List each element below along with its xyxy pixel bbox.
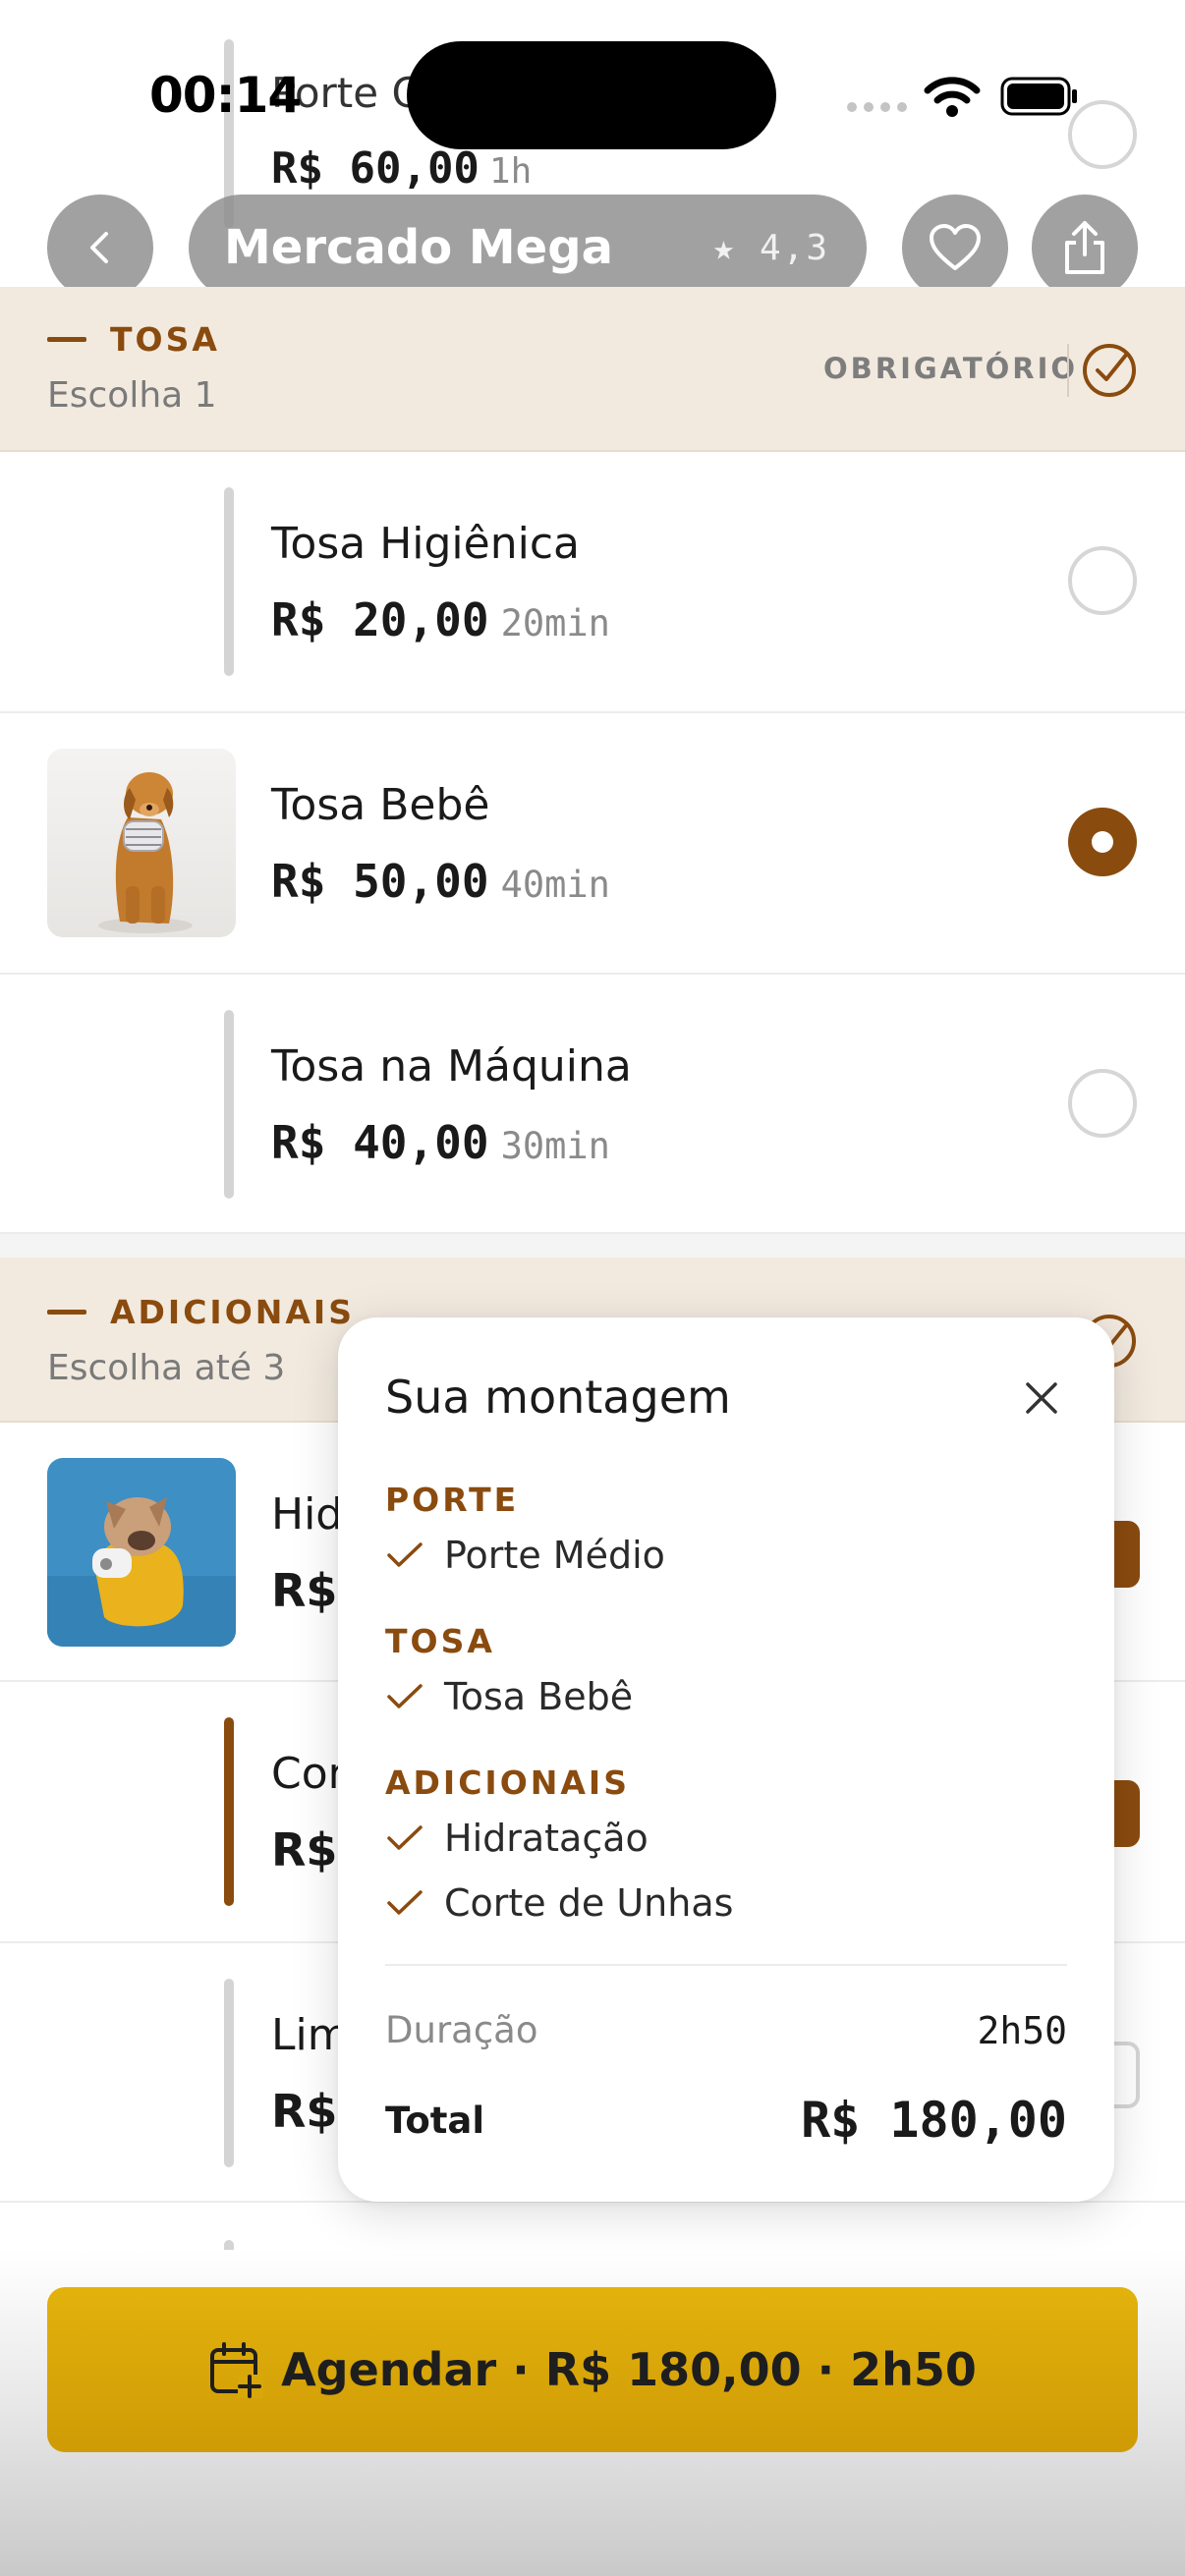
dog-photo: [47, 1458, 236, 1647]
summary-item: Porte Médio: [385, 1534, 665, 1577]
option-duration: 30min: [500, 1125, 610, 1167]
option-price: R$: [271, 1823, 338, 1876]
check-icon: [387, 1542, 423, 1567]
share-icon: [1065, 221, 1104, 274]
option-duration: 1h: [488, 151, 533, 192]
section-subtitle: Escolha até 3: [47, 1348, 286, 1388]
section-title: ADICIONAIS: [47, 1293, 355, 1331]
required-label: OBRIGATÓRIO: [823, 352, 1079, 385]
dynamic-island: [407, 41, 776, 149]
option-row[interactable]: Tosa na Máquina R$ 40,00 30min: [0, 975, 1185, 1234]
total-value: R$ 180,00: [801, 2092, 1067, 2149]
option-price: R$ 50,00 40min: [271, 855, 610, 908]
summary-item: Tosa Bebê: [385, 1675, 633, 1718]
option-price: R$ 40,00 30min: [271, 1116, 610, 1169]
summary-item: Hidratação: [385, 1817, 649, 1860]
option-row[interactable]: Tosa Higiênica R$ 20,00 20min: [0, 452, 1185, 713]
duration-label: Duração: [385, 2009, 538, 2051]
divider: [1067, 344, 1069, 397]
chevron-left-icon: [90, 232, 108, 263]
share-button[interactable]: [1032, 195, 1138, 301]
wifi-icon: [924, 77, 981, 117]
summary-group-label: TOSA: [385, 1622, 495, 1660]
divider: [385, 1964, 1067, 1966]
option-row[interactable]: Tosa Bebê R$ 50,00 40min: [0, 713, 1185, 975]
dog-photo: [47, 749, 236, 937]
option-radio[interactable]: [1068, 1069, 1137, 1138]
store-name: Mercado Mega: [224, 220, 613, 275]
check-icon: [387, 1890, 423, 1915]
store-rating: ★ 4,3: [712, 227, 829, 268]
option-radio-selected[interactable]: [1068, 808, 1137, 876]
summary-title: Sua montagem: [385, 1371, 731, 1424]
option-price: R$ 60,00 1h: [271, 143, 533, 194]
duration-value: 2h50: [977, 2009, 1067, 2052]
schedule-label: Agendar · R$ 180,00 · 2h50: [281, 2343, 977, 2396]
option-price: R$ 20,00 20min: [271, 593, 610, 646]
option-name: Tosa na Máquina: [271, 1041, 632, 1092]
option-accent-bar: [224, 1717, 234, 1906]
section-subtitle: Escolha 1: [47, 375, 217, 416]
calendar-add-icon: [210, 2342, 264, 2398]
back-button[interactable]: [47, 195, 153, 301]
store-header[interactable]: Mercado Mega ★ 4,3: [189, 195, 867, 301]
section-spacer: [0, 1234, 1185, 1258]
summary-item: Corte de Unhas: [385, 1881, 733, 1925]
section-title: TOSA: [47, 320, 220, 359]
option-duration: 40min: [500, 864, 610, 906]
summary-group-label: PORTE: [385, 1481, 520, 1519]
option-name: Cor: [271, 1749, 346, 1799]
option-name: Tosa Higiênica: [271, 519, 580, 569]
option-accent-bar: [224, 1979, 234, 2167]
option-price: R$: [271, 2085, 338, 2138]
option-duration: 20min: [500, 602, 610, 644]
status-time: 00:14: [149, 67, 302, 124]
section-header-tosa: TOSA Escolha 1 OBRIGATÓRIO: [0, 287, 1185, 452]
check-circle-icon: [1083, 344, 1136, 397]
option-name: Hid: [271, 1489, 344, 1540]
cellular-signal-icon: [847, 102, 907, 112]
schedule-button[interactable]: Agendar · R$ 180,00 · 2h50: [47, 2287, 1138, 2452]
favorite-button[interactable]: [902, 195, 1008, 301]
option-accent-bar: [224, 487, 234, 676]
close-icon[interactable]: [1020, 1376, 1063, 1420]
list-bottom: [0, 2203, 1185, 2260]
option-accent-bar: [224, 1010, 234, 1199]
heart-icon: [930, 224, 981, 270]
total-label: Total: [385, 2100, 485, 2142]
summary-group-label: ADICIONAIS: [385, 1764, 630, 1802]
option-name: Tosa Bebê: [271, 780, 490, 830]
check-icon: [387, 1825, 423, 1850]
option-price: R$: [271, 1564, 338, 1617]
summary-popup: Sua montagem PORTE Porte Médio TOSA Tosa…: [338, 1317, 1114, 2202]
battery-icon: [1000, 77, 1077, 116]
check-icon: [387, 1684, 423, 1708]
option-radio[interactable]: [1068, 546, 1137, 615]
